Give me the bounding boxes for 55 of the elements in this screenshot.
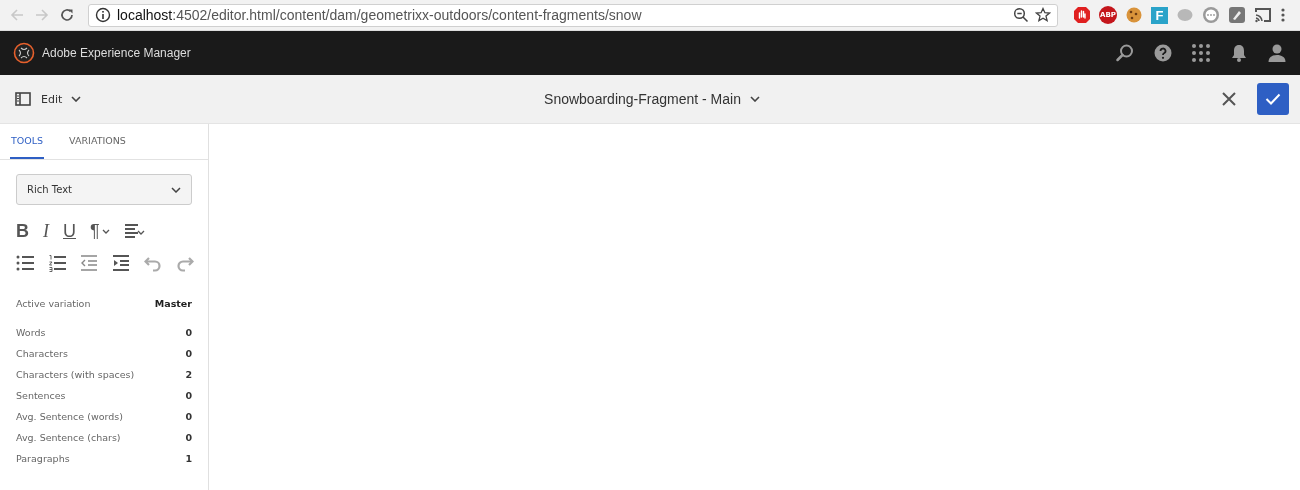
stat-value: 1 xyxy=(185,453,192,464)
stat-value: 0 xyxy=(185,390,192,401)
bulleted-list-icon[interactable] xyxy=(16,254,34,272)
indent-icon[interactable] xyxy=(112,254,130,272)
chevron-down-icon xyxy=(749,96,760,102)
align-dropdown-icon[interactable] xyxy=(123,222,146,240)
save-button[interactable] xyxy=(1257,83,1289,115)
stat-value: 0 xyxy=(185,432,192,443)
extension-icon[interactable] xyxy=(1202,6,1220,24)
chevron-down-icon xyxy=(171,186,181,193)
product-name[interactable]: Adobe Experience Manager xyxy=(42,46,191,60)
sidebar-tab[interactable]: VARIATIONS xyxy=(68,124,127,159)
sidebar-toggle-icon[interactable] xyxy=(15,92,31,106)
checkmark-icon xyxy=(1265,93,1281,105)
search-icon[interactable] xyxy=(1115,43,1135,63)
italic-button[interactable]: I xyxy=(43,220,49,242)
bold-button[interactable]: B xyxy=(16,220,29,242)
star-icon[interactable] xyxy=(1035,7,1051,23)
format-dropdown[interactable]: Rich Text xyxy=(16,174,192,205)
address-bar[interactable]: localhost:4502/editor.html/content/dam/geometrixx-outdoors/content-fragments/snow xyxy=(88,3,1058,27)
stat-value: Master xyxy=(154,298,192,309)
help-icon[interactable] xyxy=(1153,43,1173,63)
stat-label: Paragraphs xyxy=(16,453,70,464)
stat-label: Avg. Sentence (chars) xyxy=(16,432,121,443)
stat-value: 0 xyxy=(185,348,192,359)
stop-hand-icon[interactable] xyxy=(1073,6,1091,24)
notification-bell-icon[interactable] xyxy=(1229,43,1249,63)
stat-value: 2 xyxy=(185,369,192,380)
apps-grid-icon[interactable] xyxy=(1191,43,1211,63)
info-icon[interactable] xyxy=(95,7,111,23)
stat-label: Active variation xyxy=(16,298,91,309)
stat-label: Characters (with spaces) xyxy=(16,369,135,380)
chevron-down-icon xyxy=(101,228,110,234)
user-icon[interactable] xyxy=(1267,43,1287,63)
numbered-list-icon[interactable] xyxy=(48,254,66,272)
edit-mode-dropdown[interactable]: Edit xyxy=(41,92,82,106)
stat-label: Characters xyxy=(16,348,68,359)
cast-icon[interactable] xyxy=(1254,6,1272,24)
url-text: localhost:4502/editor.html/content/dam/geometrixx-outdoors/content-fragments/snow xyxy=(117,7,642,23)
extension-icon[interactable] xyxy=(1228,6,1246,24)
stat-label: Words xyxy=(16,327,46,338)
sidebar-tab[interactable]: TOOLS xyxy=(10,124,45,159)
stat-label: Sentences xyxy=(16,390,66,401)
paragraph-format-button[interactable]: ¶ xyxy=(90,220,110,242)
close-icon xyxy=(1222,92,1236,106)
stat-value: 0 xyxy=(185,327,192,338)
stat-label: Avg. Sentence (words) xyxy=(16,411,123,422)
stat-value: 0 xyxy=(185,411,192,422)
more-menu-icon[interactable] xyxy=(1280,7,1286,23)
cookie-icon[interactable] xyxy=(1125,6,1143,24)
underline-button[interactable]: U xyxy=(63,220,76,242)
chevron-down-icon xyxy=(71,96,82,102)
fragment-title-dropdown[interactable]: Snowboarding-Fragment - Main xyxy=(544,91,760,107)
zoom-out-icon[interactable] xyxy=(1013,7,1029,23)
reload-icon[interactable] xyxy=(59,7,75,23)
